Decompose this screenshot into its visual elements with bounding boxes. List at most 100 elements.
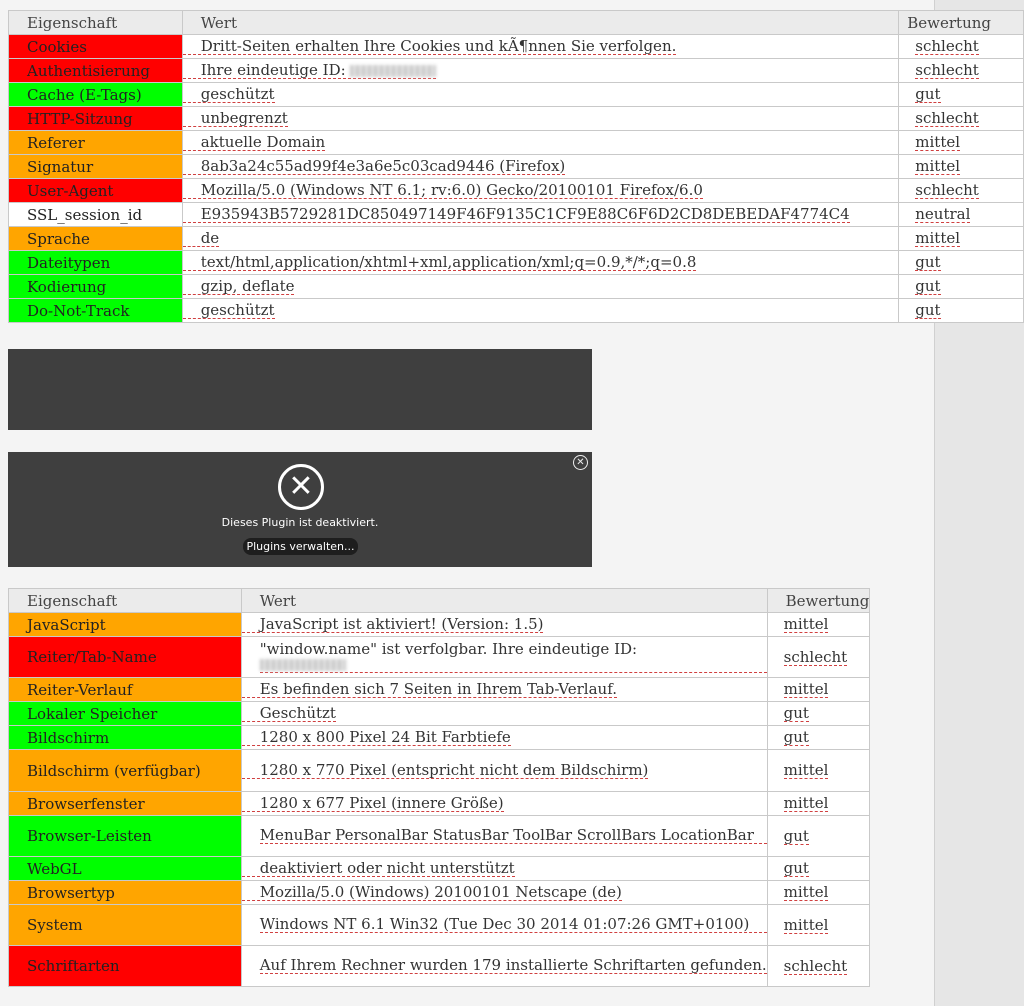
table-row-javascript: JavaScript JavaScript ist aktiviert! (Ve… [8, 612, 871, 637]
property-name-authentisierung: Authentisierung [8, 58, 183, 83]
plugin-disabled-panel: ✕ ✕ Dieses Plugin ist deaktiviert. Plugi… [8, 452, 592, 567]
property-name-bildschirm-verfuegbar: Bildschirm (verfügbar) [8, 749, 242, 792]
table-row-browsertyp: Browsertyp Mozilla/5.0 (Windows) 2010010… [8, 880, 871, 905]
column-header-wert: Wert [181, 10, 900, 35]
manage-plugins-button[interactable]: Plugins verwalten... [243, 538, 358, 555]
table-row-user-agent: User-Agent Mozilla/5.0 (Windows NT 6.1; … [8, 178, 1024, 203]
property-name-bildschirm: Bildschirm [8, 725, 242, 750]
column-header-bewertung: Bewertung [898, 10, 1024, 35]
close-icon[interactable]: ✕ [573, 455, 588, 470]
property-rating-signatur: mittel [898, 154, 1024, 179]
property-value-kodierung: gzip, deflate [181, 274, 900, 299]
property-name-browser-leisten: Browser-Leisten [8, 815, 242, 857]
property-value-lokaler-speicher: Geschützt [240, 701, 768, 726]
property-rating-referer: mittel [898, 130, 1024, 155]
plugin-placeholder-empty [8, 349, 592, 430]
property-value-browser-leisten: MenuBar PersonalBar StatusBar ToolBar Sc… [240, 815, 768, 857]
table-row-bildschirm-verfuegbar: Bildschirm (verfügbar) 1280 x 770 Pixel … [8, 749, 871, 792]
property-rating-cache: gut [898, 82, 1024, 107]
redacted-id-blur [259, 658, 346, 671]
table-row-sprache: Sprache de mittel [8, 226, 1024, 251]
property-value-http-sitzung: unbegrenzt [181, 106, 900, 131]
property-rating-webgl: gut [766, 856, 871, 881]
table-row-browser-leisten: Browser-Leisten MenuBar PersonalBar Stat… [8, 815, 871, 857]
property-value-signatur: 8ab3a24c55ad99f4e3a6e5c03cad9446 (Firefo… [181, 154, 900, 179]
table-row-lokaler-speicher: Lokaler Speicher Geschützt gut [8, 701, 871, 726]
property-name-tab-name: Reiter/Tab-Name [8, 636, 242, 678]
property-name-do-not-track: Do-Not-Track [8, 298, 183, 323]
property-rating-http-sitzung: schlecht [898, 106, 1024, 131]
column-header-eigenschaft: Eigenschaft [8, 588, 242, 613]
javascript-properties-table: Eigenschaft Wert Bewertung JavaScript Ja… [8, 588, 871, 987]
property-rating-reiter-verlauf: mittel [766, 677, 871, 702]
table-row-schriftarten: Schriftarten Auf Ihrem Rechner wurden 17… [8, 945, 871, 987]
table-row-kodierung: Kodierung gzip, deflate gut [8, 274, 1024, 299]
property-value-schriftarten: Auf Ihrem Rechner wurden 179 installiert… [240, 945, 768, 987]
table-header-row: Eigenschaft Wert Bewertung [8, 588, 871, 613]
table-row-referer: Referer aktuelle Domain mittel [8, 130, 1024, 155]
column-header-eigenschaft: Eigenschaft [8, 10, 183, 35]
property-rating-authentisierung: schlecht [898, 58, 1024, 83]
property-rating-tab-name: schlecht [766, 636, 871, 678]
property-rating-do-not-track: gut [898, 298, 1024, 323]
table-row-reiter-verlauf: Reiter-Verlauf Es befinden sich 7 Seiten… [8, 677, 871, 702]
column-header-wert: Wert [240, 588, 768, 613]
property-name-http-sitzung: HTTP-Sitzung [8, 106, 183, 131]
property-name-user-agent: User-Agent [8, 178, 183, 203]
property-value-ssl-session-id: E935943B5729281DC850497149F46F9135C1CF9E… [181, 202, 900, 227]
property-name-lokaler-speicher: Lokaler Speicher [8, 701, 242, 726]
redacted-id-blur [350, 65, 437, 77]
property-value-cookies: Dritt-Seiten erhalten Ihre Cookies und k… [181, 34, 900, 59]
property-value-sprache: de [181, 226, 900, 251]
property-rating-kodierung: gut [898, 274, 1024, 299]
property-rating-lokaler-speicher: gut [766, 701, 871, 726]
property-name-schriftarten: Schriftarten [8, 945, 242, 987]
property-name-cache: Cache (E-Tags) [8, 82, 183, 107]
table-row-bildschirm: Bildschirm 1280 x 800 Pixel 24 Bit Farbt… [8, 725, 871, 750]
table-row-webgl: WebGL deaktiviert oder nicht unterstützt… [8, 856, 871, 881]
property-rating-browserfenster: mittel [766, 791, 871, 816]
property-name-dateitypen: Dateitypen [8, 250, 183, 275]
circle-x-icon: ✕ [278, 464, 324, 510]
property-name-javascript: JavaScript [8, 612, 242, 637]
property-value-system: Windows NT 6.1 Win32 (Tue Dec 30 2014 01… [240, 904, 768, 946]
property-value-authentisierung: Ihre eindeutige ID: [181, 58, 900, 83]
property-name-reiter-verlauf: Reiter-Verlauf [8, 677, 242, 702]
property-rating-browsertyp: mittel [766, 880, 871, 905]
property-value-browserfenster: 1280 x 677 Pixel (innere Größe) [240, 791, 768, 816]
table-header-row: Eigenschaft Wert Bewertung [8, 10, 1024, 35]
plugin-disabled-message: Dieses Plugin ist deaktiviert. [221, 516, 379, 529]
property-rating-javascript: mittel [766, 612, 871, 637]
property-rating-dateitypen: gut [898, 250, 1024, 275]
table-row-signatur: Signatur 8ab3a24c55ad99f4e3a6e5c03cad944… [8, 154, 1024, 179]
property-name-ssl-session-id: SSL_session_id [8, 202, 183, 227]
property-rating-bildschirm-verfuegbar: mittel [766, 749, 871, 792]
property-value-do-not-track: geschützt [181, 298, 900, 323]
property-value-user-agent: Mozilla/5.0 (Windows NT 6.1; rv:6.0) Gec… [181, 178, 900, 203]
property-name-browserfenster: Browserfenster [8, 791, 242, 816]
property-value-bildschirm-verfuegbar: 1280 x 770 Pixel (entspricht nicht dem B… [240, 749, 768, 792]
property-rating-system: mittel [766, 904, 871, 946]
table-row-authentisierung: Authentisierung Ihre eindeutige ID: schl… [8, 58, 1024, 83]
table-row-ssl-session-id: SSL_session_id E935943B5729281DC85049714… [8, 202, 1024, 227]
table-row-cookies: Cookies Dritt-Seiten erhalten Ihre Cooki… [8, 34, 1024, 59]
property-name-cookies: Cookies [8, 34, 183, 59]
table-row-tab-name: Reiter/Tab-Name "window.name" ist verfol… [8, 636, 871, 678]
property-name-signatur: Signatur [8, 154, 183, 179]
property-rating-browser-leisten: gut [766, 815, 871, 857]
property-name-browsertyp: Browsertyp [8, 880, 242, 905]
property-name-kodierung: Kodierung [8, 274, 183, 299]
table-row-dateitypen: Dateitypen text/html,application/xhtml+x… [8, 250, 1024, 275]
property-rating-sprache: mittel [898, 226, 1024, 251]
table-row-system: System Windows NT 6.1 Win32 (Tue Dec 30 … [8, 904, 871, 946]
property-rating-bildschirm: gut [766, 725, 871, 750]
property-value-reiter-verlauf: Es befinden sich 7 Seiten in Ihrem Tab-V… [240, 677, 768, 702]
property-value-webgl: deaktiviert oder nicht unterstützt [240, 856, 768, 881]
property-rating-ssl-session-id: neutral [898, 202, 1024, 227]
property-rating-user-agent: schlecht [898, 178, 1024, 203]
column-header-bewertung: Bewertung [766, 588, 871, 613]
property-name-sprache: Sprache [8, 226, 183, 251]
property-value-dateitypen: text/html,application/xhtml+xml,applicat… [181, 250, 900, 275]
table-row-cache: Cache (E-Tags) geschützt gut [8, 82, 1024, 107]
property-name-system: System [8, 904, 242, 946]
